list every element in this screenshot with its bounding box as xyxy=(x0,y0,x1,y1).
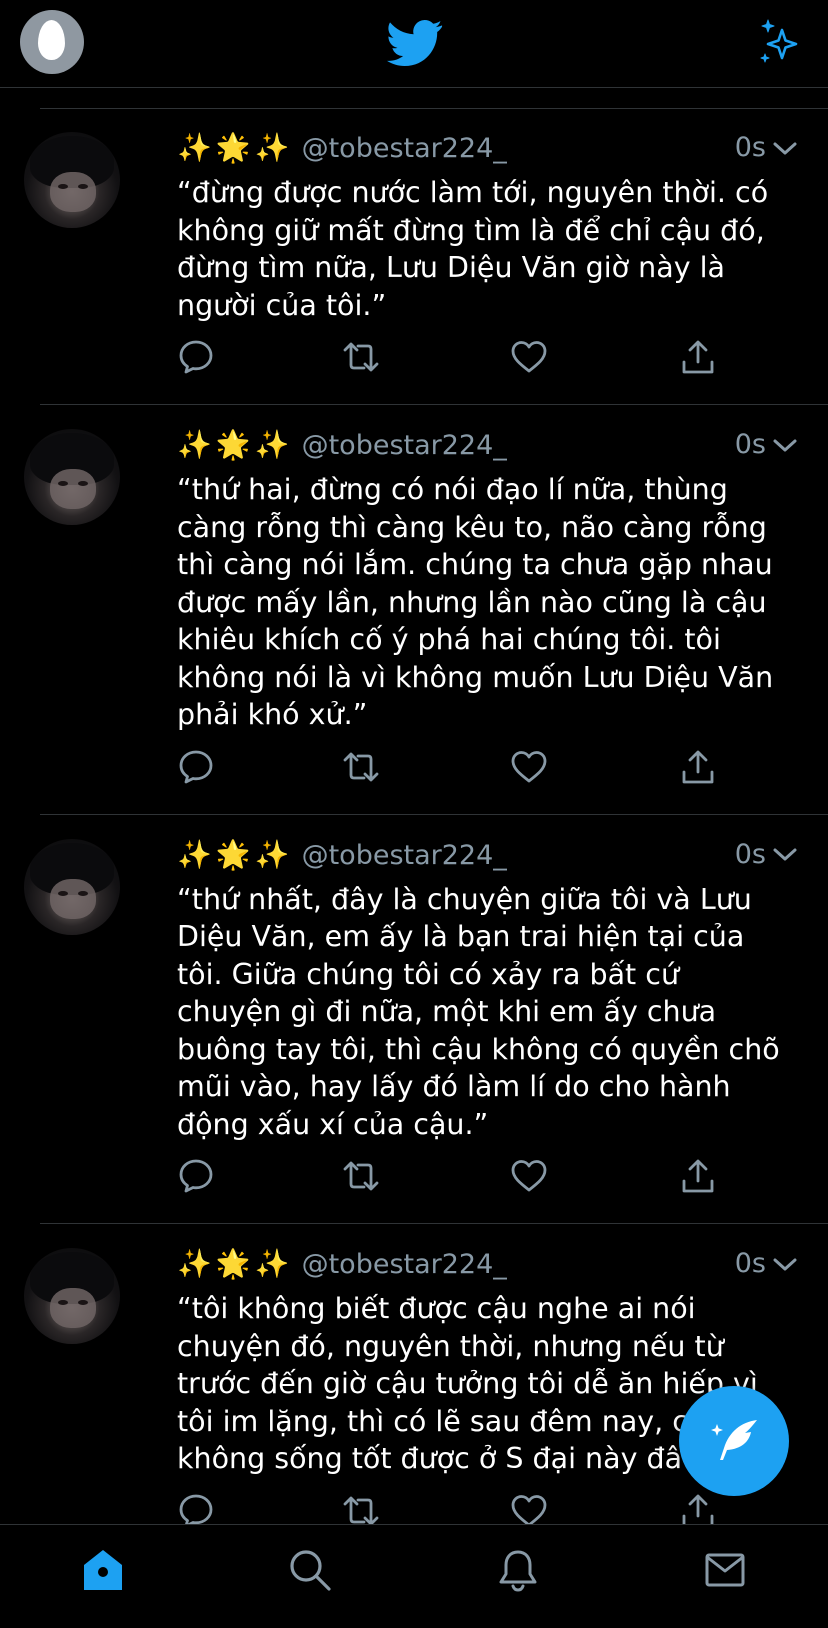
mail-icon[interactable] xyxy=(702,1547,748,1593)
tweet-time: 0s xyxy=(735,427,798,463)
tweet-text: “thứ hai, đừng có nói đạo lí nữa, thùng … xyxy=(177,473,774,731)
tweet-actions xyxy=(177,734,798,814)
chevron-down-icon[interactable] xyxy=(772,139,798,159)
reply-icon[interactable] xyxy=(177,1157,215,1195)
display-name[interactable]: ✨🌟✨ xyxy=(177,838,294,871)
compose-tweet-button[interactable] xyxy=(679,1386,789,1496)
chevron-down-icon[interactable] xyxy=(772,845,798,865)
heart-icon[interactable] xyxy=(510,1157,548,1195)
share-icon[interactable] xyxy=(679,748,717,786)
bell-icon[interactable] xyxy=(495,1547,541,1593)
tweet-header: ✨🌟✨ @tobestar224_ 0s xyxy=(177,405,798,461)
tweet[interactable]: ✨🌟✨ @tobestar224_ 0s “thứ nhất, đây là ch… xyxy=(24,815,828,1224)
home-icon[interactable] xyxy=(80,1547,126,1593)
chevron-down-icon[interactable] xyxy=(772,436,798,456)
tweet-text: “thứ nhất, đây là chuyện giữa tôi và Lưu… xyxy=(177,882,780,1141)
reply-icon[interactable] xyxy=(177,338,215,376)
chevron-down-icon[interactable] xyxy=(772,1255,798,1275)
tweet[interactable]: ✨🌟✨ @tobestar224_ 0s “đừng được nước làm … xyxy=(24,108,828,405)
tweet-time: 0s xyxy=(735,837,798,873)
bottom-tab-bar xyxy=(0,1524,828,1628)
display-name[interactable]: ✨🌟✨ xyxy=(177,1247,294,1280)
user-handle[interactable]: @tobestar224_ xyxy=(302,430,507,461)
user-handle[interactable]: @tobestar224_ xyxy=(302,1249,507,1280)
tweet-actions xyxy=(177,324,798,404)
tweet-header: ✨🌟✨ @tobestar224_ 0s xyxy=(177,815,798,871)
tweet-header: ✨🌟✨ @tobestar224_ 0s xyxy=(177,1224,798,1280)
reply-icon[interactable] xyxy=(177,748,215,786)
sparkle-icon[interactable] xyxy=(756,16,806,66)
display-name[interactable]: ✨🌟✨ xyxy=(177,428,294,461)
user-avatar[interactable] xyxy=(24,1248,120,1344)
share-icon[interactable] xyxy=(679,1157,717,1195)
heart-icon[interactable] xyxy=(510,748,548,786)
twitter-bird-icon xyxy=(387,19,443,67)
tweet-header: ✨🌟✨ @tobestar224_ 0s xyxy=(177,108,798,164)
user-avatar[interactable] xyxy=(24,429,120,525)
display-name[interactable]: ✨🌟✨ xyxy=(177,131,294,164)
retweet-icon[interactable] xyxy=(342,338,380,376)
compose-feather-icon xyxy=(711,1420,757,1460)
user-avatar[interactable] xyxy=(24,132,120,228)
tweet-actions xyxy=(177,1143,798,1223)
heart-icon[interactable] xyxy=(510,338,548,376)
user-handle[interactable]: @tobestar224_ xyxy=(302,840,507,871)
retweet-icon[interactable] xyxy=(342,748,380,786)
tweet[interactable]: ✨🌟✨ @tobestar224_ 0s “thứ hai, đừng có nó… xyxy=(24,405,828,815)
share-icon[interactable] xyxy=(679,338,717,376)
tweet-feed: ✨🌟✨ @tobestar224_ 0s “đừng được nước làm … xyxy=(0,108,828,1559)
user-handle[interactable]: @tobestar224_ xyxy=(302,133,507,164)
retweet-icon[interactable] xyxy=(342,1157,380,1195)
egg-avatar-icon[interactable] xyxy=(20,10,84,74)
top-header xyxy=(0,0,828,88)
tweet-time: 0s xyxy=(735,1246,798,1282)
tweet-time: 0s xyxy=(735,130,798,166)
user-avatar[interactable] xyxy=(24,838,120,935)
tweet-text: “đừng được nước làm tới, nguyên thời. có… xyxy=(177,176,769,322)
search-icon[interactable] xyxy=(287,1547,333,1593)
